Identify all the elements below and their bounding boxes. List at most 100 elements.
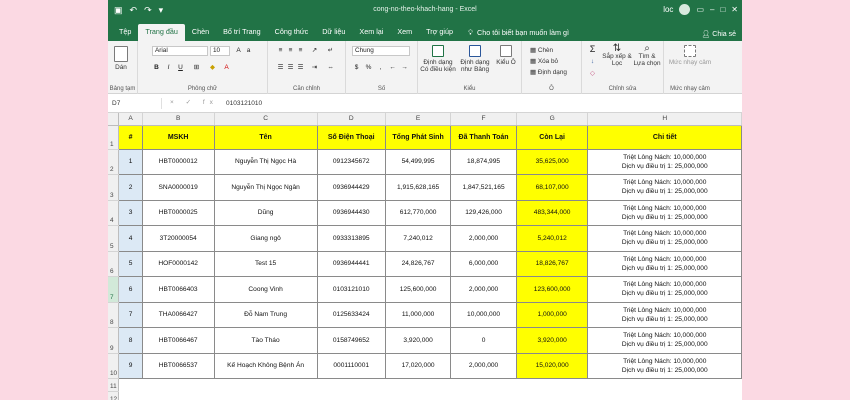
format-cells-button[interactable]: ▦ Định dạng bbox=[530, 68, 567, 76]
grow-font-icon[interactable]: A bbox=[234, 46, 243, 55]
column-header[interactable]: A bbox=[118, 113, 143, 126]
name-cell[interactable]: Tào Tháo bbox=[213, 327, 318, 354]
column-header[interactable]: D bbox=[317, 113, 386, 126]
remaining-cell[interactable]: 483,344,000 bbox=[515, 199, 589, 226]
name-cell[interactable]: Nguyễn Thị Ngọc Hà bbox=[213, 148, 318, 175]
phone-cell[interactable]: 0001110001 bbox=[316, 352, 386, 379]
underline-icon[interactable]: U bbox=[176, 63, 185, 72]
header-cell-total[interactable]: Tổng Phát Sinh bbox=[384, 124, 452, 150]
name-box[interactable]: D7 bbox=[110, 98, 162, 109]
phone-cell[interactable]: 0933313895 bbox=[316, 225, 386, 252]
total-cell[interactable]: 1,915,628,165 bbox=[384, 174, 452, 201]
phone-cell[interactable]: 0936944429 bbox=[316, 174, 386, 201]
minimize-icon[interactable]: – bbox=[710, 5, 714, 14]
detail-cell[interactable]: Triệt Lông Nách: 10,000,000 Dịch vụ điều … bbox=[587, 276, 742, 303]
paid-cell[interactable]: 6,000,000 bbox=[450, 250, 517, 277]
align-bottom-icon[interactable]: ≡ bbox=[296, 46, 305, 55]
remaining-cell[interactable]: 15,020,000 bbox=[515, 352, 589, 379]
total-cell[interactable]: 125,600,000 bbox=[384, 276, 452, 303]
row-number-cell[interactable]: 2 bbox=[118, 174, 143, 201]
empty-cell[interactable] bbox=[214, 379, 317, 392]
row-header[interactable]: 12 bbox=[108, 391, 120, 400]
conditional-formatting-button[interactable]: Định dạng Có điều kiện bbox=[420, 45, 456, 73]
header-cell-phone[interactable]: Số Điện Thoại bbox=[316, 124, 386, 150]
paid-cell[interactable]: 0 bbox=[450, 327, 517, 354]
column-header[interactable]: G bbox=[516, 113, 589, 126]
indent-icon[interactable]: ⇥ bbox=[310, 63, 319, 72]
empty-cell[interactable] bbox=[516, 392, 588, 400]
paid-cell[interactable]: 129,426,000 bbox=[450, 199, 517, 226]
remaining-cell[interactable]: 35,625,000 bbox=[515, 148, 589, 175]
mskh-cell[interactable]: HOF0000142 bbox=[141, 250, 215, 277]
column-header[interactable]: E bbox=[385, 113, 452, 126]
row-header[interactable]: 8 bbox=[108, 302, 120, 328]
paste-button[interactable]: Dán bbox=[114, 46, 128, 71]
remaining-cell[interactable]: 123,600,000 bbox=[515, 276, 589, 303]
mskh-cell[interactable]: HBT0066403 bbox=[141, 276, 215, 303]
header-cell-detail[interactable]: Chi tiết bbox=[587, 124, 742, 150]
empty-cell[interactable] bbox=[451, 379, 516, 392]
empty-cell[interactable] bbox=[119, 379, 142, 392]
total-cell[interactable]: 11,000,000 bbox=[384, 301, 452, 328]
maximize-icon[interactable]: □ bbox=[720, 5, 725, 14]
total-cell[interactable]: 24,826,767 bbox=[384, 250, 452, 277]
mskh-cell[interactable]: HBT0000012 bbox=[141, 148, 215, 175]
column-header[interactable]: F bbox=[450, 113, 517, 126]
avatar[interactable] bbox=[679, 4, 691, 15]
detail-cell[interactable]: Triệt Lông Nách: 10,000,000 Dịch vụ điều … bbox=[587, 301, 742, 328]
name-cell[interactable]: Nguyễn Thị Ngọc Ngân bbox=[213, 174, 318, 201]
tab-page-layout[interactable]: Bố trí Trang bbox=[216, 24, 268, 41]
paid-cell[interactable]: 10,000,000 bbox=[450, 301, 517, 328]
name-cell[interactable]: Test 15 bbox=[213, 250, 318, 277]
phone-cell[interactable]: 0936944430 bbox=[316, 199, 386, 226]
remaining-cell[interactable]: 68,107,000 bbox=[515, 174, 589, 201]
total-cell[interactable]: 3,920,000 bbox=[384, 327, 452, 354]
mskh-cell[interactable]: 3T20000054 bbox=[141, 225, 215, 252]
comma-style-icon[interactable]: , bbox=[376, 63, 385, 72]
empty-cell[interactable] bbox=[385, 379, 451, 392]
column-header[interactable]: H bbox=[587, 113, 742, 126]
row-header[interactable]: 9 bbox=[108, 327, 120, 354]
header-cell-mskh[interactable]: MSKH bbox=[141, 124, 215, 150]
empty-cell[interactable] bbox=[588, 379, 742, 392]
row-header[interactable]: 1 bbox=[108, 125, 120, 150]
name-cell[interactable]: Giang ngô bbox=[213, 225, 318, 252]
increase-decimal-icon[interactable]: ← bbox=[388, 63, 397, 72]
fill-icon[interactable]: ↓ bbox=[588, 57, 597, 66]
clear-icon[interactable]: ◇ bbox=[588, 69, 597, 78]
detail-cell[interactable]: Triệt Lông Nách: 10,000,000 Dịch vụ điều … bbox=[587, 352, 742, 379]
header-cell-remaining[interactable]: Còn Lại bbox=[515, 124, 589, 150]
row-header[interactable]: 10 bbox=[108, 353, 120, 379]
italic-icon[interactable]: I bbox=[164, 63, 173, 72]
number-format-select[interactable]: Chung bbox=[352, 46, 410, 56]
name-cell[interactable]: Kế Hoạch Không Bệnh Án bbox=[213, 352, 318, 379]
phone-cell[interactable]: 0125633424 bbox=[316, 301, 386, 328]
empty-cell[interactable] bbox=[214, 392, 317, 400]
find-select-button[interactable]: ⌕ Tìm & Lựa chọn bbox=[632, 44, 662, 68]
empty-cell[interactable] bbox=[317, 379, 385, 392]
tell-me-box[interactable]: 💡︎ Cho tôi biết bạn muốn làm gì bbox=[460, 24, 569, 41]
total-cell[interactable]: 17,020,000 bbox=[384, 352, 452, 379]
total-cell[interactable]: 612,770,000 bbox=[384, 199, 452, 226]
empty-cell[interactable] bbox=[516, 379, 588, 392]
paid-cell[interactable]: 18,874,995 bbox=[450, 148, 517, 175]
formula-input[interactable]: 0103121010 bbox=[226, 98, 262, 109]
row-header[interactable]: 11 bbox=[108, 378, 120, 392]
tab-home[interactable]: Trang đầu bbox=[138, 24, 185, 41]
phone-cell[interactable]: 0936944441 bbox=[316, 250, 386, 277]
percent-style-icon[interactable]: % bbox=[364, 63, 373, 72]
empty-cell[interactable] bbox=[119, 392, 142, 400]
user-name[interactable]: loc bbox=[663, 5, 673, 14]
sort-filter-button[interactable]: ⇅ Sắp xếp & Lọc bbox=[602, 44, 632, 68]
paid-cell[interactable]: 2,000,000 bbox=[450, 225, 517, 252]
empty-cell[interactable] bbox=[385, 392, 451, 400]
align-left-icon[interactable]: ☰ bbox=[276, 63, 285, 72]
fill-color-icon[interactable]: ◆ bbox=[208, 63, 217, 72]
font-name-select[interactable]: Arial bbox=[152, 46, 208, 56]
remaining-cell[interactable]: 3,920,000 bbox=[515, 327, 589, 354]
align-right-icon[interactable]: ☰ bbox=[296, 63, 305, 72]
detail-cell[interactable]: Triệt Lông Nách: 10,000,000 Dịch vụ điều … bbox=[587, 225, 742, 252]
row-number-cell[interactable]: 8 bbox=[118, 327, 143, 354]
row-header[interactable]: 6 bbox=[108, 251, 120, 277]
detail-cell[interactable]: Triệt Lông Nách: 10,000,000 Dịch vụ điều … bbox=[587, 199, 742, 226]
